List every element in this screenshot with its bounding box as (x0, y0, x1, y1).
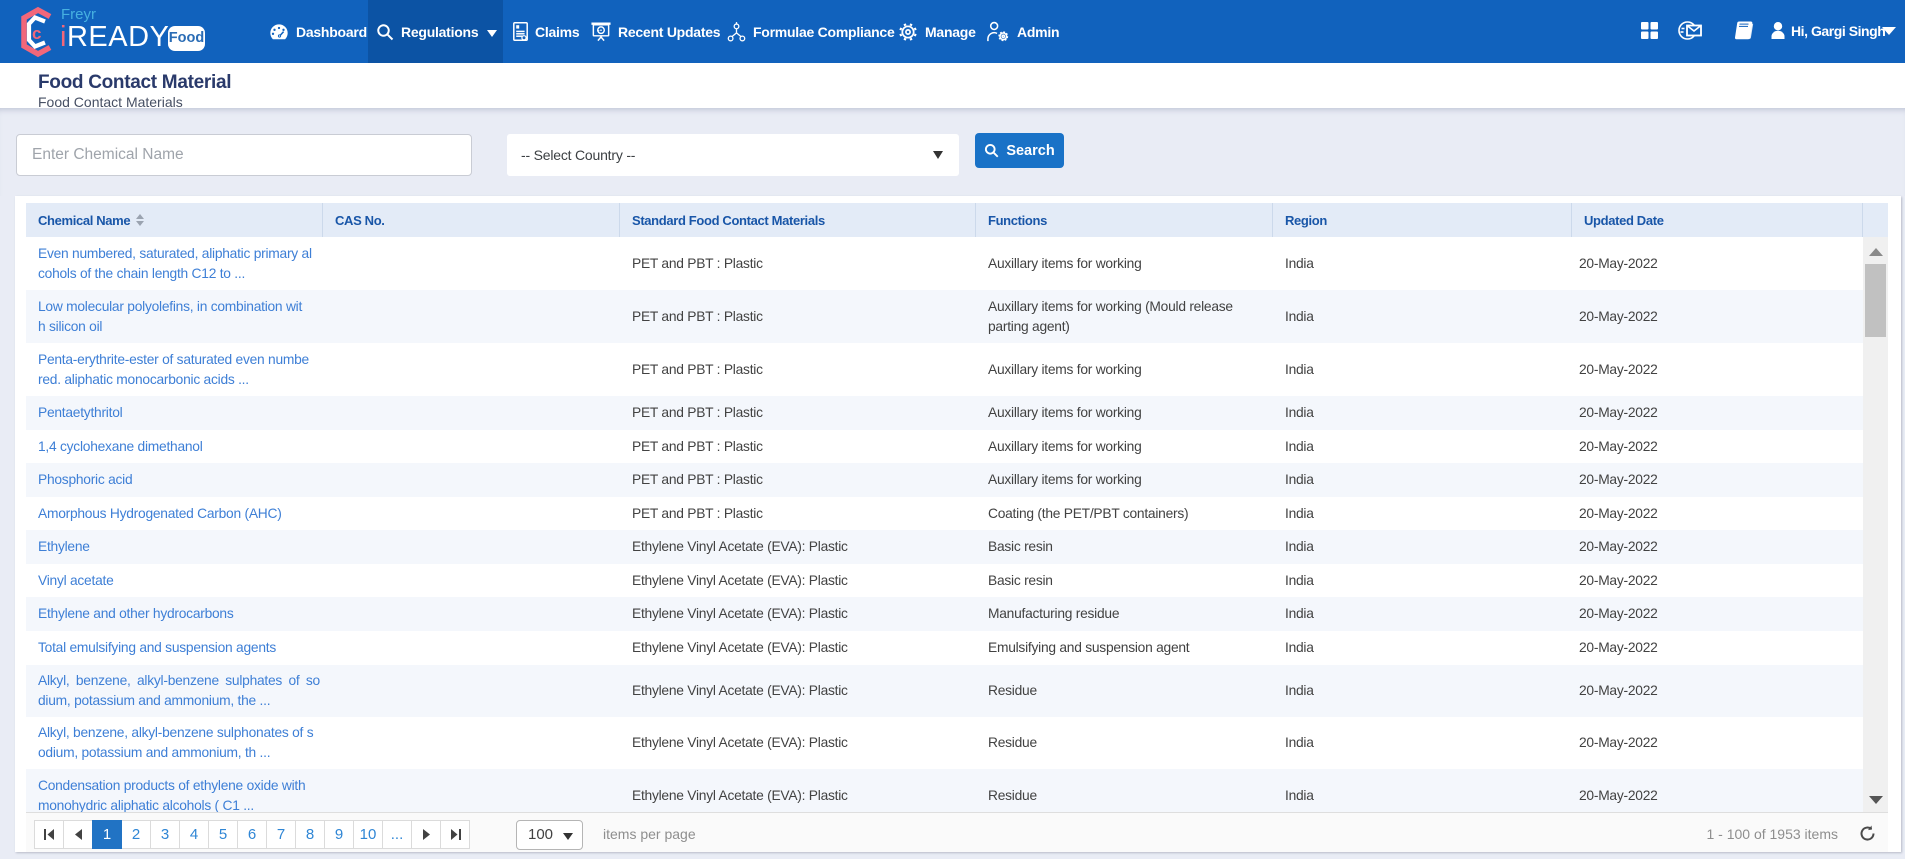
svg-text:c: c (32, 24, 41, 43)
